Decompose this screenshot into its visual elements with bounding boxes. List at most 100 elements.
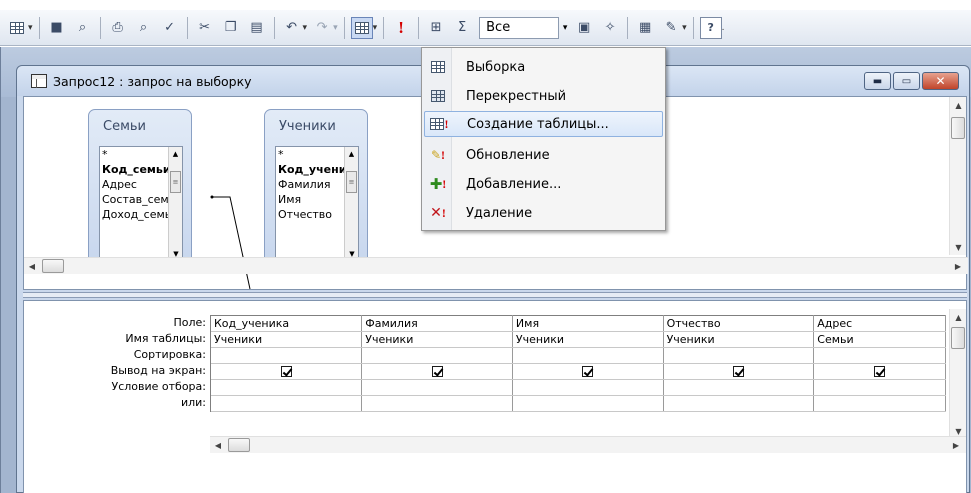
spelling-icon[interactable]: ✓	[159, 17, 181, 39]
query-type-dropdown-arrow[interactable]: ▾	[373, 23, 378, 33]
pane-splitter[interactable]	[23, 292, 967, 298]
print-icon[interactable]: ⎙	[107, 17, 129, 39]
scroll-thumb[interactable]	[228, 438, 250, 452]
menu-item-update[interactable]: ✎! Обновление	[424, 142, 663, 168]
view-dropdown-arrow[interactable]: ▾	[28, 23, 33, 33]
diagram-vertical-scrollbar[interactable]: ▲ ▼	[949, 97, 966, 255]
grid-cell-sort[interactable]	[361, 347, 513, 364]
grid-cell-or[interactable]	[663, 395, 815, 412]
grid-cell-criteria[interactable]	[512, 379, 664, 396]
grid-cell-criteria[interactable]	[361, 379, 513, 396]
query-type-menu: Выборка Перекрестный ! Создание таблицы.…	[421, 47, 666, 231]
grid-cell-criteria[interactable]	[663, 379, 815, 396]
grid-cell-or[interactable]	[813, 395, 946, 412]
scroll-right-icon[interactable]: ▶	[950, 258, 966, 274]
search-icon[interactable]: ⌕	[72, 17, 94, 39]
grid-cell-field[interactable]: Адрес	[813, 315, 946, 332]
show-checkbox[interactable]	[431, 366, 443, 377]
redo-dropdown-arrow[interactable]: ▾	[333, 23, 338, 33]
scroll-thumb[interactable]	[951, 117, 965, 139]
totals-icon[interactable]: Σ	[451, 17, 473, 39]
grid-cell-field[interactable]: Код_ученика	[211, 315, 363, 332]
show-checkbox[interactable]	[582, 366, 594, 377]
menu-item-label: Удаление	[466, 205, 533, 221]
new-object-icon[interactable]: ✎	[660, 17, 682, 39]
document-caption-strip	[0, 0, 971, 8]
grid-cell-show[interactable]	[512, 363, 664, 380]
builder-icon[interactable]: ✧	[599, 17, 621, 39]
grid-cell-table[interactable]: Ученики	[663, 331, 815, 348]
show-checkbox[interactable]	[874, 366, 886, 377]
maximize-button[interactable]: ▭	[893, 72, 920, 90]
scroll-left-icon[interactable]: ◀	[210, 437, 226, 453]
show-checkbox[interactable]	[732, 366, 744, 377]
grid-cell-or[interactable]	[361, 395, 513, 412]
scroll-up-icon[interactable]: ▲	[950, 309, 967, 325]
scroll-left-icon[interactable]: ◀	[24, 258, 40, 274]
undo-dropdown-arrow[interactable]: ▾	[303, 23, 308, 33]
scroll-right-icon[interactable]: ▶	[948, 437, 964, 453]
grid-horizontal-scrollbar[interactable]: ◀ ▶	[210, 436, 966, 453]
scroll-thumb[interactable]	[951, 327, 965, 349]
grid-cell-or[interactable]	[211, 395, 363, 412]
query-window-icon	[31, 74, 47, 88]
grid-cell-table[interactable]: Ученики	[361, 331, 513, 348]
grid-cell-or[interactable]	[512, 395, 664, 412]
grid-cell-field[interactable]: Имя	[512, 315, 664, 332]
show-table-icon[interactable]: ⊞	[425, 17, 447, 39]
grid-cell-show[interactable]	[663, 363, 815, 380]
menu-item-crosstab[interactable]: Перекрестный	[424, 83, 663, 109]
menu-item-delete[interactable]: ✕! Удаление	[424, 200, 663, 226]
grid-cell-show[interactable]	[211, 363, 363, 380]
close-button[interactable]: ✕	[922, 72, 959, 90]
toolbar-separator	[418, 16, 420, 39]
print-preview-icon[interactable]: ⌕	[133, 17, 155, 39]
properties-icon[interactable]: ▣	[573, 17, 595, 39]
undo-icon[interactable]: ↶	[281, 17, 303, 39]
grid-cell-sort[interactable]	[813, 347, 946, 364]
top-values-dropdown-arrow[interactable]: ▾	[559, 17, 571, 39]
scroll-down-icon[interactable]: ▼	[950, 239, 967, 255]
select-query-icon	[424, 61, 452, 73]
grid-vertical-scrollbar[interactable]: ▲ ▼	[949, 309, 966, 439]
show-checkbox[interactable]	[280, 366, 292, 377]
grid-cell-table[interactable]: Ученики	[512, 331, 664, 348]
new-object-dropdown-arrow[interactable]: ▾	[682, 23, 687, 33]
grid-cell-table[interactable]: Ученики	[211, 331, 363, 348]
scroll-up-icon[interactable]: ▲	[950, 97, 967, 113]
query-design-grid[interactable]: Код_ученика Фамилия Имя Отчество Адрес У…	[210, 315, 946, 412]
design-grid-pane[interactable]: Поле: Имя таблицы: Сортировка: Вывод на …	[23, 300, 967, 493]
save-icon[interactable]: ■	[46, 17, 68, 39]
grid-cell-field[interactable]: Фамилия	[361, 315, 513, 332]
grid-cell-sort[interactable]	[663, 347, 815, 364]
diagram-horizontal-scrollbar[interactable]: ◀ ▶	[24, 257, 968, 274]
cut-icon[interactable]: ✂	[194, 17, 216, 39]
grid-cell-criteria[interactable]	[813, 379, 946, 396]
toolbar-separator	[383, 16, 385, 39]
minimize-button[interactable]: ▬	[864, 72, 891, 90]
view-icon[interactable]	[6, 17, 28, 39]
grid-cell-table[interactable]: Семьи	[813, 331, 946, 348]
grid-cell-show[interactable]	[361, 363, 513, 380]
database-window-icon[interactable]: ▦	[634, 17, 656, 39]
grid-cell-show[interactable]	[813, 363, 946, 380]
menu-item-select[interactable]: Выборка	[424, 54, 663, 80]
run-icon[interactable]: !	[390, 17, 412, 39]
grid-cell-criteria[interactable]	[211, 379, 363, 396]
redo-icon[interactable]: ↷	[311, 17, 333, 39]
grid-cell-sort[interactable]	[211, 347, 363, 364]
toolbar-options-arrow[interactable]: .	[722, 23, 725, 33]
scroll-thumb[interactable]	[42, 259, 64, 273]
delete-query-icon: ✕!	[430, 205, 446, 221]
menu-item-label: Добавление...	[466, 176, 562, 192]
query-type-icon[interactable]	[350, 16, 373, 39]
grid-cell-sort[interactable]	[512, 347, 664, 364]
menu-item-append[interactable]: ✚! Добавление...	[424, 171, 663, 197]
help-icon[interactable]: ?	[699, 16, 722, 39]
top-values-combo[interactable]: Все	[479, 16, 560, 39]
grid-cell-field[interactable]: Отчество	[663, 315, 815, 332]
menu-item-make-table[interactable]: ! Создание таблицы...	[424, 111, 663, 137]
paste-icon[interactable]: ▤	[246, 17, 268, 39]
copy-icon[interactable]: ❐	[220, 17, 242, 39]
toolbar-separator	[692, 16, 694, 39]
